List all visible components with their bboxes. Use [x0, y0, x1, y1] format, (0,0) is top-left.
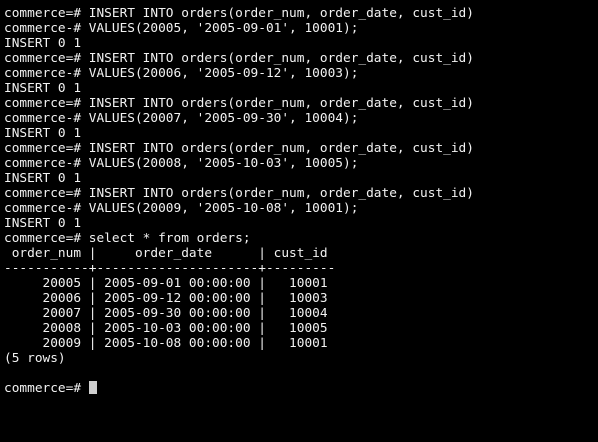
terminal-line-values-2: commerce-# VALUES(20006, '2005-09-12', 1…	[4, 66, 359, 81]
result-table-row: 20007 | 2005-09-30 00:00:00 | 10004	[4, 306, 328, 321]
terminal-line-insert-result-4: INSERT 0 1	[4, 171, 82, 186]
terminal-line-insert-cmd-1: commerce=# INSERT INTO orders(order_num,…	[4, 6, 474, 21]
terminal-line-insert-cmd-3: commerce=# INSERT INTO orders(order_num,…	[4, 96, 474, 111]
terminal-line-values-5: commerce-# VALUES(20009, '2005-10-08', 1…	[4, 201, 359, 216]
terminal-line-insert-cmd-5: commerce=# INSERT INTO orders(order_num,…	[4, 186, 474, 201]
terminal-line-insert-result-1: INSERT 0 1	[4, 36, 82, 51]
prompt-line[interactable]: commerce=#	[4, 381, 598, 396]
result-table-row: 20009 | 2005-10-08 00:00:00 | 10001	[4, 336, 328, 351]
terminal-line-select-cmd: commerce=# select * from orders;	[4, 231, 251, 246]
cursor	[88, 381, 97, 394]
terminal-window[interactable]: commerce=# INSERT INTO orders(order_num,…	[0, 0, 598, 442]
terminal-line-values-4: commerce-# VALUES(20008, '2005-10-03', 1…	[4, 156, 359, 171]
row-count-footer: (5 rows)	[4, 351, 66, 366]
terminal-line-values-1: commerce-# VALUES(20005, '2005-09-01', 1…	[4, 21, 359, 36]
result-table-row: 20006 | 2005-09-12 00:00:00 | 10003	[4, 291, 328, 306]
terminal-line-insert-result-5: INSERT 0 1	[4, 216, 82, 231]
result-table-separator: -----------+---------------------+------…	[4, 261, 336, 276]
terminal-line-insert-cmd-4: commerce=# INSERT INTO orders(order_num,…	[4, 141, 474, 156]
result-table-header: order_num | order_date | cust_id	[4, 246, 328, 261]
terminal-line-insert-cmd-2: commerce=# INSERT INTO orders(order_num,…	[4, 51, 474, 66]
terminal-line-insert-result-3: INSERT 0 1	[4, 126, 82, 141]
result-table-row: 20005 | 2005-09-01 00:00:00 | 10001	[4, 276, 328, 291]
terminal-line-values-3: commerce-# VALUES(20007, '2005-09-30', 1…	[4, 111, 359, 126]
prompt-text: commerce=#	[4, 381, 89, 396]
terminal-line-insert-result-2: INSERT 0 1	[4, 81, 82, 96]
result-table-row: 20008 | 2005-10-03 00:00:00 | 10005	[4, 321, 328, 336]
